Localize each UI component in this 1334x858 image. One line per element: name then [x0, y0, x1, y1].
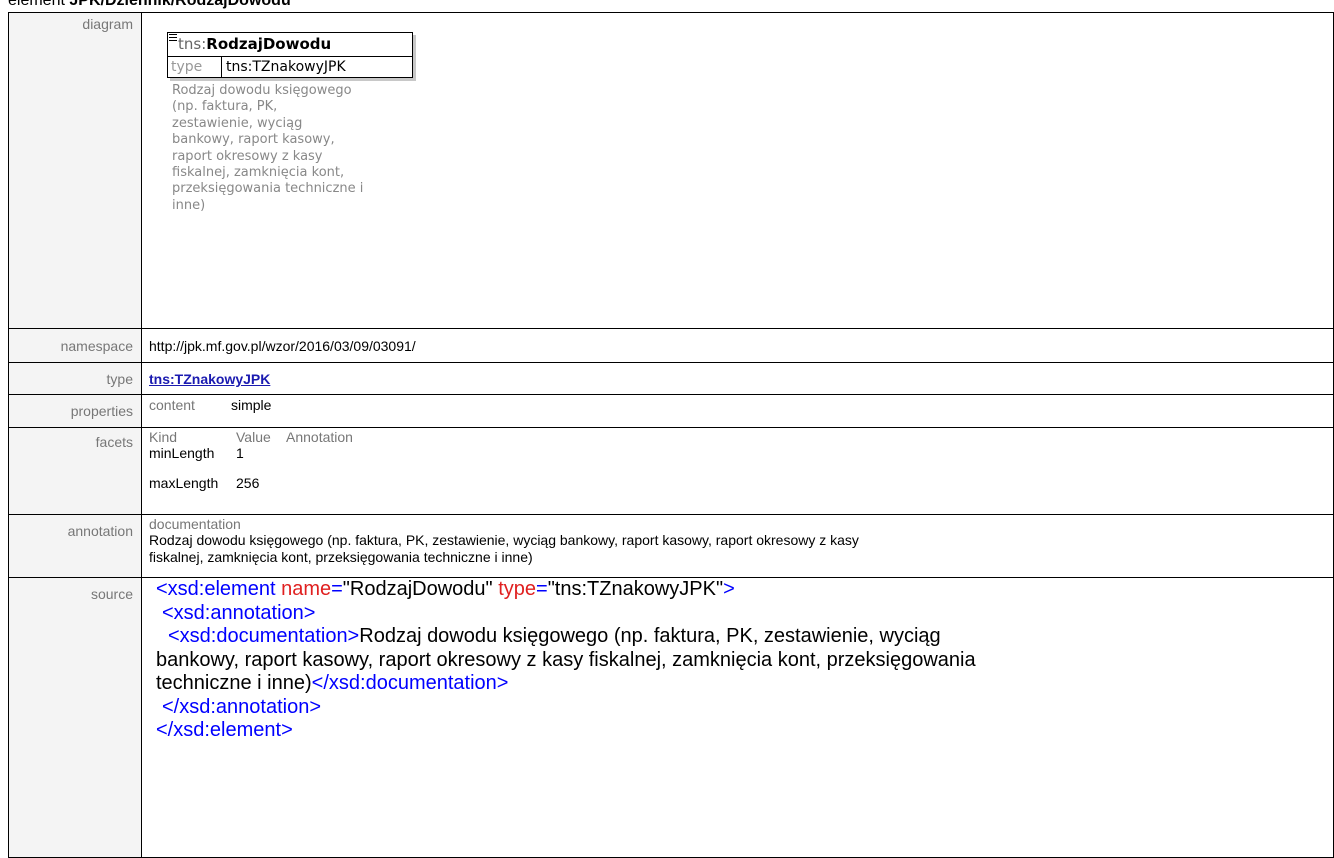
facet-value: 256 [236, 475, 260, 491]
properties-value: simple [231, 397, 272, 413]
annotation-line: fiskalnej, zamknięcia kont, przeksięgowa… [149, 549, 533, 565]
label-properties: properties [8, 394, 142, 428]
properties-key: content [149, 397, 195, 413]
page-title-prefix: element [8, 0, 70, 9]
source-line: <xsd:annotation> [156, 602, 1333, 626]
row-source: source <xsd:element name="RodzajDowodu" … [8, 577, 1334, 858]
facets-header-row: Kind Value Annotation [149, 429, 1333, 445]
row-properties: properties content simple [8, 394, 1334, 428]
row-type: type tns:TZnakowyJPK [8, 362, 1334, 395]
namespace-cell: http://jpk.mf.gov.pl/wzor/2016/03/09/030… [141, 328, 1334, 363]
type-cell: tns:TZnakowyJPK [141, 362, 1334, 395]
desc-line: przeksięgowania techniczne i [172, 181, 364, 197]
xml-eq: = [331, 578, 343, 600]
label-facets: facets [8, 427, 142, 515]
desc-line: zestawienie, wyciąg [172, 115, 303, 131]
xml-attr: name [281, 578, 332, 600]
page-title-name: JPK/Dziennik/RodzajDowodu [69, 0, 291, 9]
xml-attr: type [498, 578, 537, 600]
page-title: element JPK/Dziennik/RodzajDowodu [8, 0, 291, 11]
label-annotation: annotation [8, 514, 142, 578]
source-cell: <xsd:element name="RodzajDowodu" type="t… [141, 577, 1334, 858]
xml-text: bankowy, raport kasowy, raport okresowy … [156, 648, 976, 671]
desc-line: (np. faktura, PK, [172, 99, 278, 115]
list-icon [169, 34, 177, 42]
row-annotation: annotation documentation Rodzaj dowodu k… [8, 514, 1334, 578]
source-line: bankowy, raport kasowy, raport okresowy … [156, 649, 1333, 673]
xml-tag: <xsd:annotation> [162, 601, 316, 624]
schema-type-value: tns:TZnakowyJPK [226, 59, 346, 75]
properties-cell: content simple [141, 394, 1334, 428]
desc-line: fiskalnej, zamknięcia kont, [172, 165, 345, 181]
label-source: source [8, 577, 142, 858]
row-facets: facets Kind Value Annotation minLength 1 ma… [8, 427, 1334, 515]
desc-line: Rodzaj dowodu księgowego [172, 83, 352, 98]
xml-tag: </xsd:annotation> [162, 695, 322, 718]
annotation-cell: documentation Rodzaj dowodu księgowego (… [141, 514, 1334, 578]
xml-tag: <xsd:documentation> [168, 625, 360, 647]
xml-tag: > [723, 578, 735, 600]
namespace-value: http://jpk.mf.gov.pl/wzor/2016/03/09/030… [149, 338, 416, 354]
schema-element-name: tns:RodzajDowodu [178, 35, 331, 53]
xml-tag: </xsd:element> [156, 719, 293, 741]
schema-type-row: type tns:TZnakowyJPK [168, 56, 412, 78]
facet-kind: maxLength [149, 475, 219, 491]
facets-cell: Kind Value Annotation minLength 1 maxLength… [141, 427, 1334, 515]
diagram: tns:RodzajDowodu type tns:TZnakowyJPK Ro… [142, 13, 1333, 319]
xml-eq: = [536, 578, 548, 600]
facets-header-value: Value [236, 429, 271, 445]
source-line: techniczne i inne)</xsd:documentation> [156, 672, 1333, 696]
xml-value: "RodzajDowodu" [342, 578, 493, 600]
xml-text: Rodzaj dowodu księgowego (np. faktura, P… [359, 625, 941, 647]
element-doc-table: diagram tns:RodzajDowodu type tns:TZnako… [8, 12, 1334, 858]
facets-header-kind: Kind [149, 429, 178, 445]
desc-line: inne) [172, 197, 206, 213]
label-diagram: diagram [8, 12, 142, 329]
desc-line: raport okresowy z kasy [172, 148, 323, 164]
schema-type-key: type [168, 57, 222, 78]
annotation-key: documentation [149, 516, 241, 532]
facet-value: 1 [236, 445, 244, 461]
source-line: </xsd:annotation> [156, 696, 1333, 720]
xml-value: "tns:TZnakowyJPK" [547, 578, 724, 600]
facets-row: maxLength 256 [149, 475, 1333, 491]
source-line: </xsd:element> [156, 719, 1333, 743]
facet-kind: minLength [149, 445, 215, 461]
diagram-cell: tns:RodzajDowodu type tns:TZnakowyJPK Ro… [141, 12, 1334, 329]
label-type: type [8, 362, 142, 395]
row-namespace: namespace http://jpk.mf.gov.pl/wzor/2016… [8, 328, 1334, 363]
type-link[interactable]: tns:TZnakowyJPK [149, 371, 270, 387]
source-line: <xsd:documentation>Rodzaj dowodu księgow… [156, 625, 1333, 649]
label-namespace: namespace [8, 328, 142, 363]
source-line: <xsd:element name="RodzajDowodu" type="t… [156, 578, 1333, 602]
row-diagram: diagram tns:RodzajDowodu type tns:TZnako… [8, 12, 1334, 329]
schema-ns-prefix: tns: [178, 35, 207, 53]
schema-element-box[interactable]: tns:RodzajDowodu type tns:TZnakowyJPK [167, 32, 413, 78]
facets-row: minLength 1 [149, 445, 1333, 461]
xml-text: techniczne i inne) [156, 672, 312, 694]
desc-line: bankowy, raport kasowy, [172, 132, 335, 148]
schema-description: Rodzaj dowodu księgowego (np. faktura, P… [172, 83, 442, 214]
schema-element-label: RodzajDowodu [206, 35, 332, 53]
annotation-line: Rodzaj dowodu księgowego (np. faktura, P… [149, 532, 859, 548]
xml-tag: <xsd:element [156, 578, 276, 600]
facets-header-annotation: Annotation [286, 429, 353, 445]
xml-tag: </xsd:documentation> [311, 672, 509, 694]
